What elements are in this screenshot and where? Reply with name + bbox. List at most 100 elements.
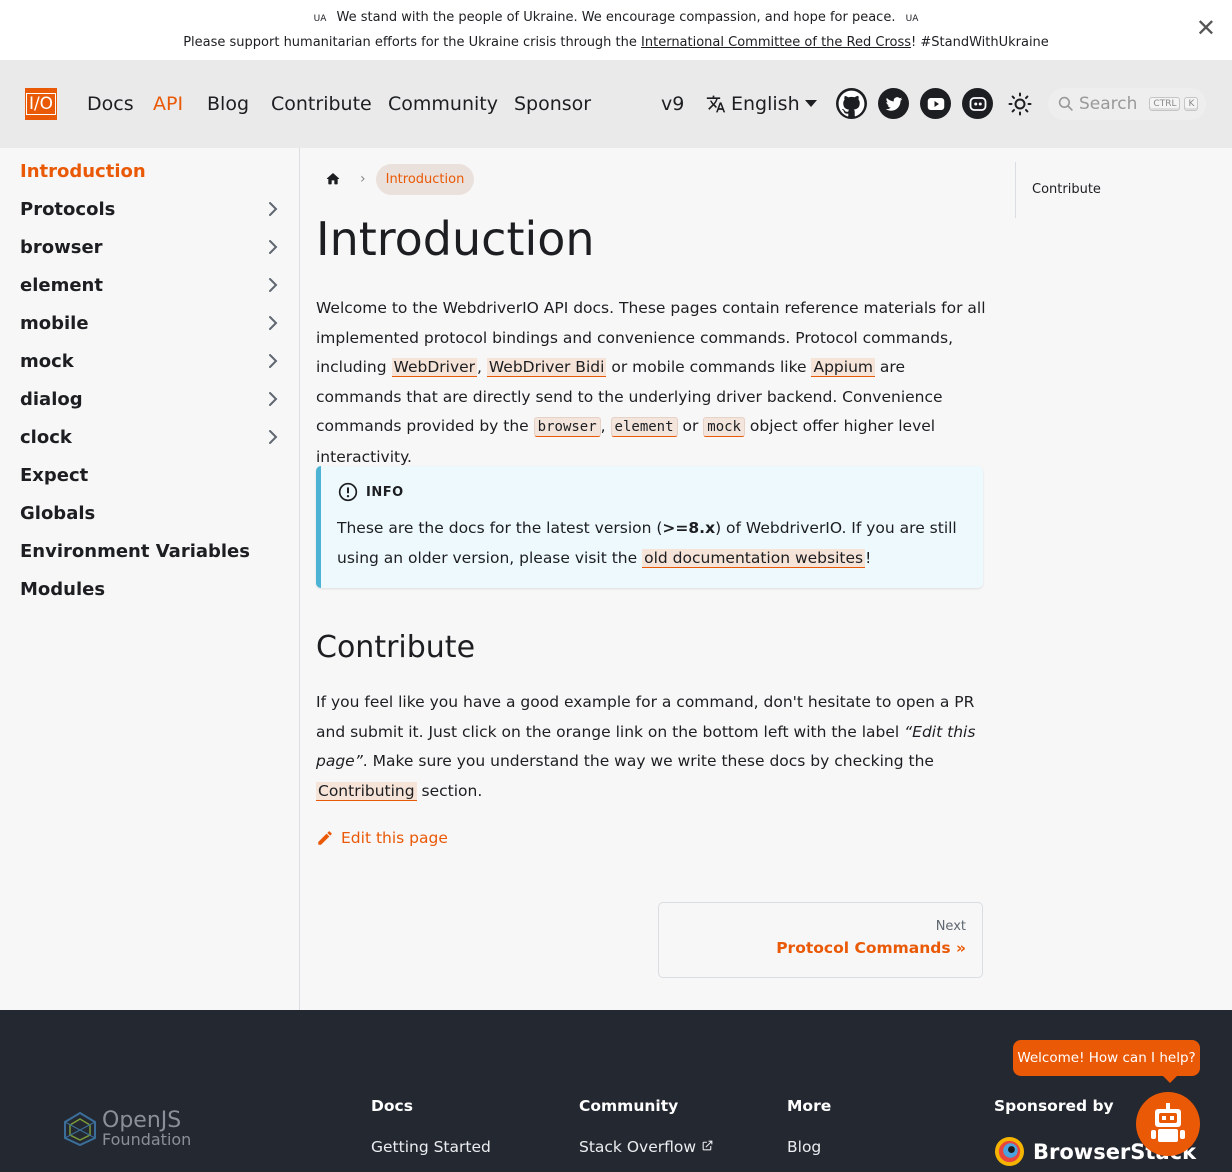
intro-text: ,	[600, 417, 611, 435]
info-icon	[338, 482, 358, 502]
sidebar-item-protocols[interactable]: Protocols	[20, 196, 280, 222]
translate-icon	[706, 95, 726, 113]
old-docs-link[interactable]: old documentation websites	[642, 548, 866, 568]
sidebar-item-environment-variables[interactable]: Environment Variables	[20, 538, 280, 564]
sidebar-item-label: Expect	[20, 464, 89, 486]
webdriverio-logo[interactable]: I/O	[25, 88, 57, 120]
contribute-text: If you feel like you have a good example…	[316, 693, 975, 741]
sidebar-item-clock[interactable]: clock	[20, 424, 280, 450]
theme-toggle-sun-icon[interactable]	[1008, 92, 1032, 116]
github-icon[interactable]	[836, 88, 867, 119]
nav-api[interactable]: API	[153, 93, 183, 115]
sidebar-item-label: Introduction	[20, 160, 146, 182]
footer-more-title: More	[787, 1097, 832, 1115]
ua-label-right: UA	[905, 14, 919, 24]
info-admonition: INFO These are the docs for the latest v…	[316, 466, 983, 588]
edit-page-link[interactable]: Edit this page	[316, 829, 448, 847]
chevron-right-icon[interactable]	[266, 353, 280, 369]
sidebar-item-label: mock	[20, 350, 74, 372]
sidebar-item-dialog[interactable]: dialog	[20, 386, 280, 412]
discord-icon[interactable]	[962, 88, 993, 119]
sidebar-item-globals[interactable]: Globals	[20, 500, 280, 526]
sidebar-item-element[interactable]: element	[20, 272, 280, 298]
nav-blog[interactable]: Blog	[207, 93, 249, 115]
version-dropdown[interactable]: v9	[661, 93, 684, 115]
edit-page-label: Edit this page	[341, 829, 448, 847]
appium-link[interactable]: Appium	[811, 358, 875, 377]
toc-item-contribute[interactable]: Contribute	[1032, 182, 1101, 197]
sidebar-item-introduction[interactable]: Introduction	[20, 158, 280, 184]
next-page-card[interactable]: Next Protocol Commands »	[658, 902, 983, 978]
chevron-right-icon[interactable]	[266, 277, 280, 293]
logo-text: I/O	[25, 93, 57, 115]
sidebar-item-label: Protocols	[20, 198, 116, 220]
kbd-ctrl: CTRL	[1149, 97, 1181, 111]
contributing-link[interactable]: Contributing	[316, 781, 417, 801]
announcement-line-2: Please support humanitarian efforts for …	[0, 35, 1232, 50]
chat-bot-button[interactable]	[1136, 1092, 1200, 1156]
footer-getting-started-link[interactable]: Getting Started	[371, 1138, 491, 1156]
language-label: English	[731, 93, 800, 115]
twitter-icon[interactable]	[878, 88, 909, 119]
sidebar-item-label: clock	[20, 426, 72, 448]
version-bold: >=8.x	[662, 519, 716, 537]
robot-icon	[1151, 1103, 1185, 1142]
pencil-icon	[318, 831, 332, 845]
footer-blog-link[interactable]: Blog	[787, 1138, 821, 1156]
footer-docs-title: Docs	[371, 1097, 413, 1115]
navbar: I/O Docs API Blog Contribute Community S…	[0, 60, 1232, 148]
footer: OpenJS Foundation Docs Getting Started C…	[0, 1010, 1232, 1172]
announcement-prefix: Please support humanitarian efforts for …	[183, 35, 642, 50]
nav-sponsor[interactable]: Sponsor	[514, 93, 591, 115]
announcement-line-1: UA We stand with the people of Ukraine. …	[0, 10, 1232, 25]
announcement-text: We stand with the people of Ukraine. We …	[336, 10, 896, 25]
element-code-link[interactable]: element	[610, 417, 678, 437]
sidebar-item-label: mobile	[20, 312, 89, 334]
stackoverflow-label: Stack Overflow	[579, 1138, 697, 1156]
sidebar-item-browser[interactable]: browser	[20, 234, 280, 260]
announcement-suffix: ! #StandWithUkraine	[911, 35, 1049, 50]
info-label: INFO	[366, 484, 404, 500]
chevron-right-icon[interactable]	[266, 391, 280, 407]
youtube-icon[interactable]	[920, 88, 951, 119]
chevron-right-icon[interactable]	[266, 315, 280, 331]
info-text: These are the docs for the latest versio…	[337, 519, 663, 537]
chevron-right-icon[interactable]	[266, 201, 280, 217]
sidebar-item-label: dialog	[20, 388, 83, 410]
webdriver-link[interactable]: WebDriver	[391, 358, 478, 377]
chat-welcome-bubble[interactable]: Welcome! How can I help?	[1013, 1040, 1200, 1083]
nav-docs[interactable]: Docs	[87, 93, 134, 115]
footer-stackoverflow-link[interactable]: Stack Overflow	[579, 1138, 714, 1156]
mock-code-link[interactable]: mock	[703, 417, 745, 437]
sidebar: Introduction Protocols browser element mobil…	[0, 148, 300, 1010]
sidebar-item-mock[interactable]: mock	[20, 348, 280, 374]
home-icon[interactable]	[316, 162, 350, 196]
contribute-paragraph: If you feel like you have a good example…	[316, 688, 988, 806]
sidebar-item-label: Environment Variables	[20, 540, 250, 562]
contribute-text: . Make sure you understand the way we wr…	[362, 752, 934, 770]
next-label: Next	[935, 919, 966, 934]
openjs-name: OpenJS	[102, 1108, 182, 1133]
chevron-right-icon[interactable]	[266, 239, 280, 255]
nav-community[interactable]: Community	[388, 93, 498, 115]
webdriver-bidi-link[interactable]: WebDriver Bidi	[486, 358, 607, 377]
sidebar-item-label: element	[20, 274, 103, 296]
browserstack-icon	[994, 1136, 1025, 1167]
sidebar-item-expect[interactable]: Expect	[20, 462, 280, 488]
breadcrumb: › Introduction	[316, 162, 475, 196]
close-announcement-button[interactable]: ✕	[1196, 16, 1216, 40]
language-dropdown[interactable]: English	[706, 93, 817, 115]
openjs-foundation: Foundation	[102, 1130, 192, 1149]
sidebar-item-mobile[interactable]: mobile	[20, 310, 280, 336]
nav-contribute[interactable]: Contribute	[271, 93, 372, 115]
browser-code-link[interactable]: browser	[533, 417, 601, 437]
sidebar-item-label: Globals	[20, 502, 96, 524]
contribute-heading: Contribute	[316, 630, 476, 665]
next-target: Protocol Commands »	[776, 939, 966, 957]
chevron-right-icon[interactable]	[266, 429, 280, 445]
openjs-logo[interactable]: OpenJS Foundation	[62, 1110, 191, 1148]
table-of-contents: Contribute	[1015, 162, 1101, 218]
sidebar-item-modules[interactable]: Modules	[20, 576, 280, 602]
search-button[interactable]: Search CTRL K	[1048, 88, 1206, 120]
red-cross-link[interactable]: International Committee of the Red Cross	[641, 35, 911, 50]
